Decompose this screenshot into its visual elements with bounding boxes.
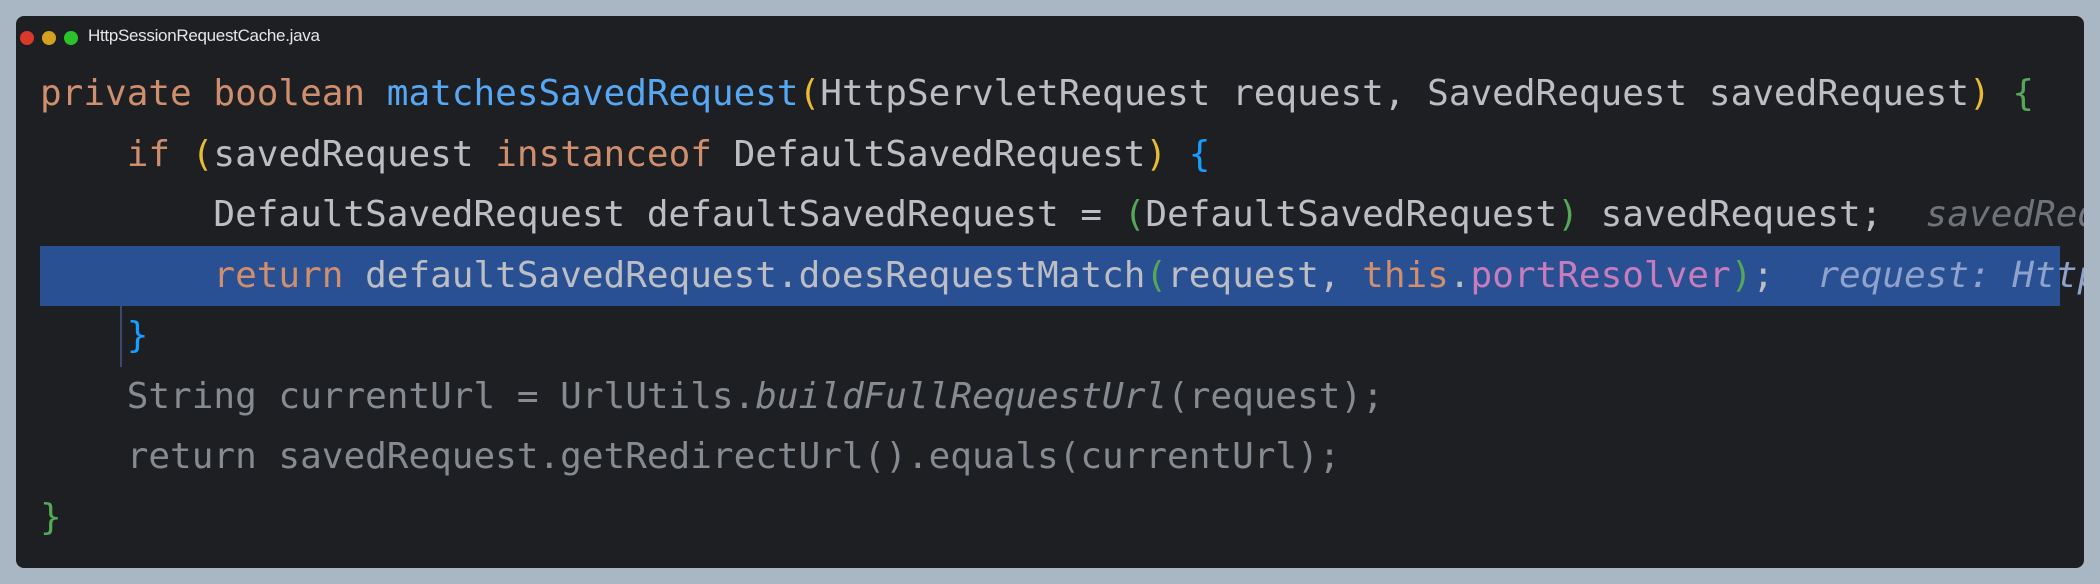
code-token: DefaultSavedRequest: [1145, 194, 1558, 235]
code-line[interactable]: DefaultSavedRequest defaultSavedRequest …: [40, 185, 2084, 246]
code-token: private: [40, 73, 214, 114]
code-line[interactable]: String currentUrl = UrlUtils.buildFullRe…: [40, 367, 2060, 428]
code-line[interactable]: }: [40, 488, 2060, 549]
code-token: this: [1362, 254, 1449, 296]
code-token: }: [40, 496, 62, 538]
code-token: defaultSavedRequest.doesRequestMatch: [365, 254, 1146, 296]
code-token: (: [191, 133, 214, 175]
code-line[interactable]: if (savedRequest instanceof DefaultSaved…: [40, 125, 2060, 186]
minimize-window-icon[interactable]: [42, 31, 56, 45]
code-token: .: [1448, 254, 1471, 296]
code-token: boolean: [213, 73, 387, 114]
code-token: DefaultSavedRequest defaultSavedRequest …: [213, 194, 1124, 235]
code-token: (: [1123, 194, 1146, 235]
code-token: matchesSavedRequest: [386, 73, 799, 114]
code-token: (request);: [1167, 375, 1384, 417]
code-token: ): [1730, 254, 1753, 296]
code-token: instanceof: [495, 133, 734, 175]
code-line[interactable]: }: [40, 306, 2060, 367]
code-token: savedRequest: [213, 133, 496, 175]
code-token: (: [798, 73, 821, 114]
code-token: ): [1145, 133, 1168, 175]
editor-window: HttpSessionRequestCache.java private boo…: [16, 16, 2084, 568]
code-line[interactable]: return savedRequest.getRedirectUrl().equ…: [40, 427, 2060, 488]
file-title: HttpSessionRequestCache.java: [88, 26, 320, 45]
code-token: buildFullRequestUrl: [755, 375, 1168, 417]
inlay-hint: savedRequest: DefaultSavedRequest: [1925, 194, 2084, 235]
code-token: }: [126, 315, 149, 356]
code-token: return: [213, 254, 366, 296]
code-token: {: [1188, 133, 1211, 175]
code-token: ): [1557, 194, 1579, 235]
code-token: savedRequest;: [1578, 194, 1926, 235]
code-token: {: [2012, 73, 2035, 114]
title-bar: HttpSessionRequestCache.java: [16, 16, 2084, 58]
close-window-icon[interactable]: [20, 31, 34, 45]
code-line[interactable]: private boolean matchesSavedRequest(Http…: [40, 64, 2060, 125]
code-token: DefaultSavedRequest: [733, 133, 1146, 175]
code-token: ;: [1752, 254, 1818, 296]
code-token: String currentUrl = UrlUtils.: [126, 375, 756, 417]
code-token: HttpServletRequest request, SavedRequest…: [820, 73, 1969, 114]
code-token: (: [1145, 254, 1168, 296]
maximize-window-icon[interactable]: [64, 31, 78, 45]
inlay-hint: request: HttpServletRequest: [1817, 254, 2084, 296]
code-line-highlighted[interactable]: return defaultSavedRequest.doesRequestMa…: [40, 245, 2084, 306]
code-token: portResolver: [1470, 254, 1731, 296]
code-token: return savedRequest.getRedirectUrl().equ…: [126, 436, 1341, 477]
code-token: ): [1969, 73, 1991, 114]
code-token: if: [126, 133, 192, 175]
code-token: request,: [1167, 254, 1363, 296]
code-editor[interactable]: private boolean matchesSavedRequest(Http…: [40, 64, 2084, 549]
